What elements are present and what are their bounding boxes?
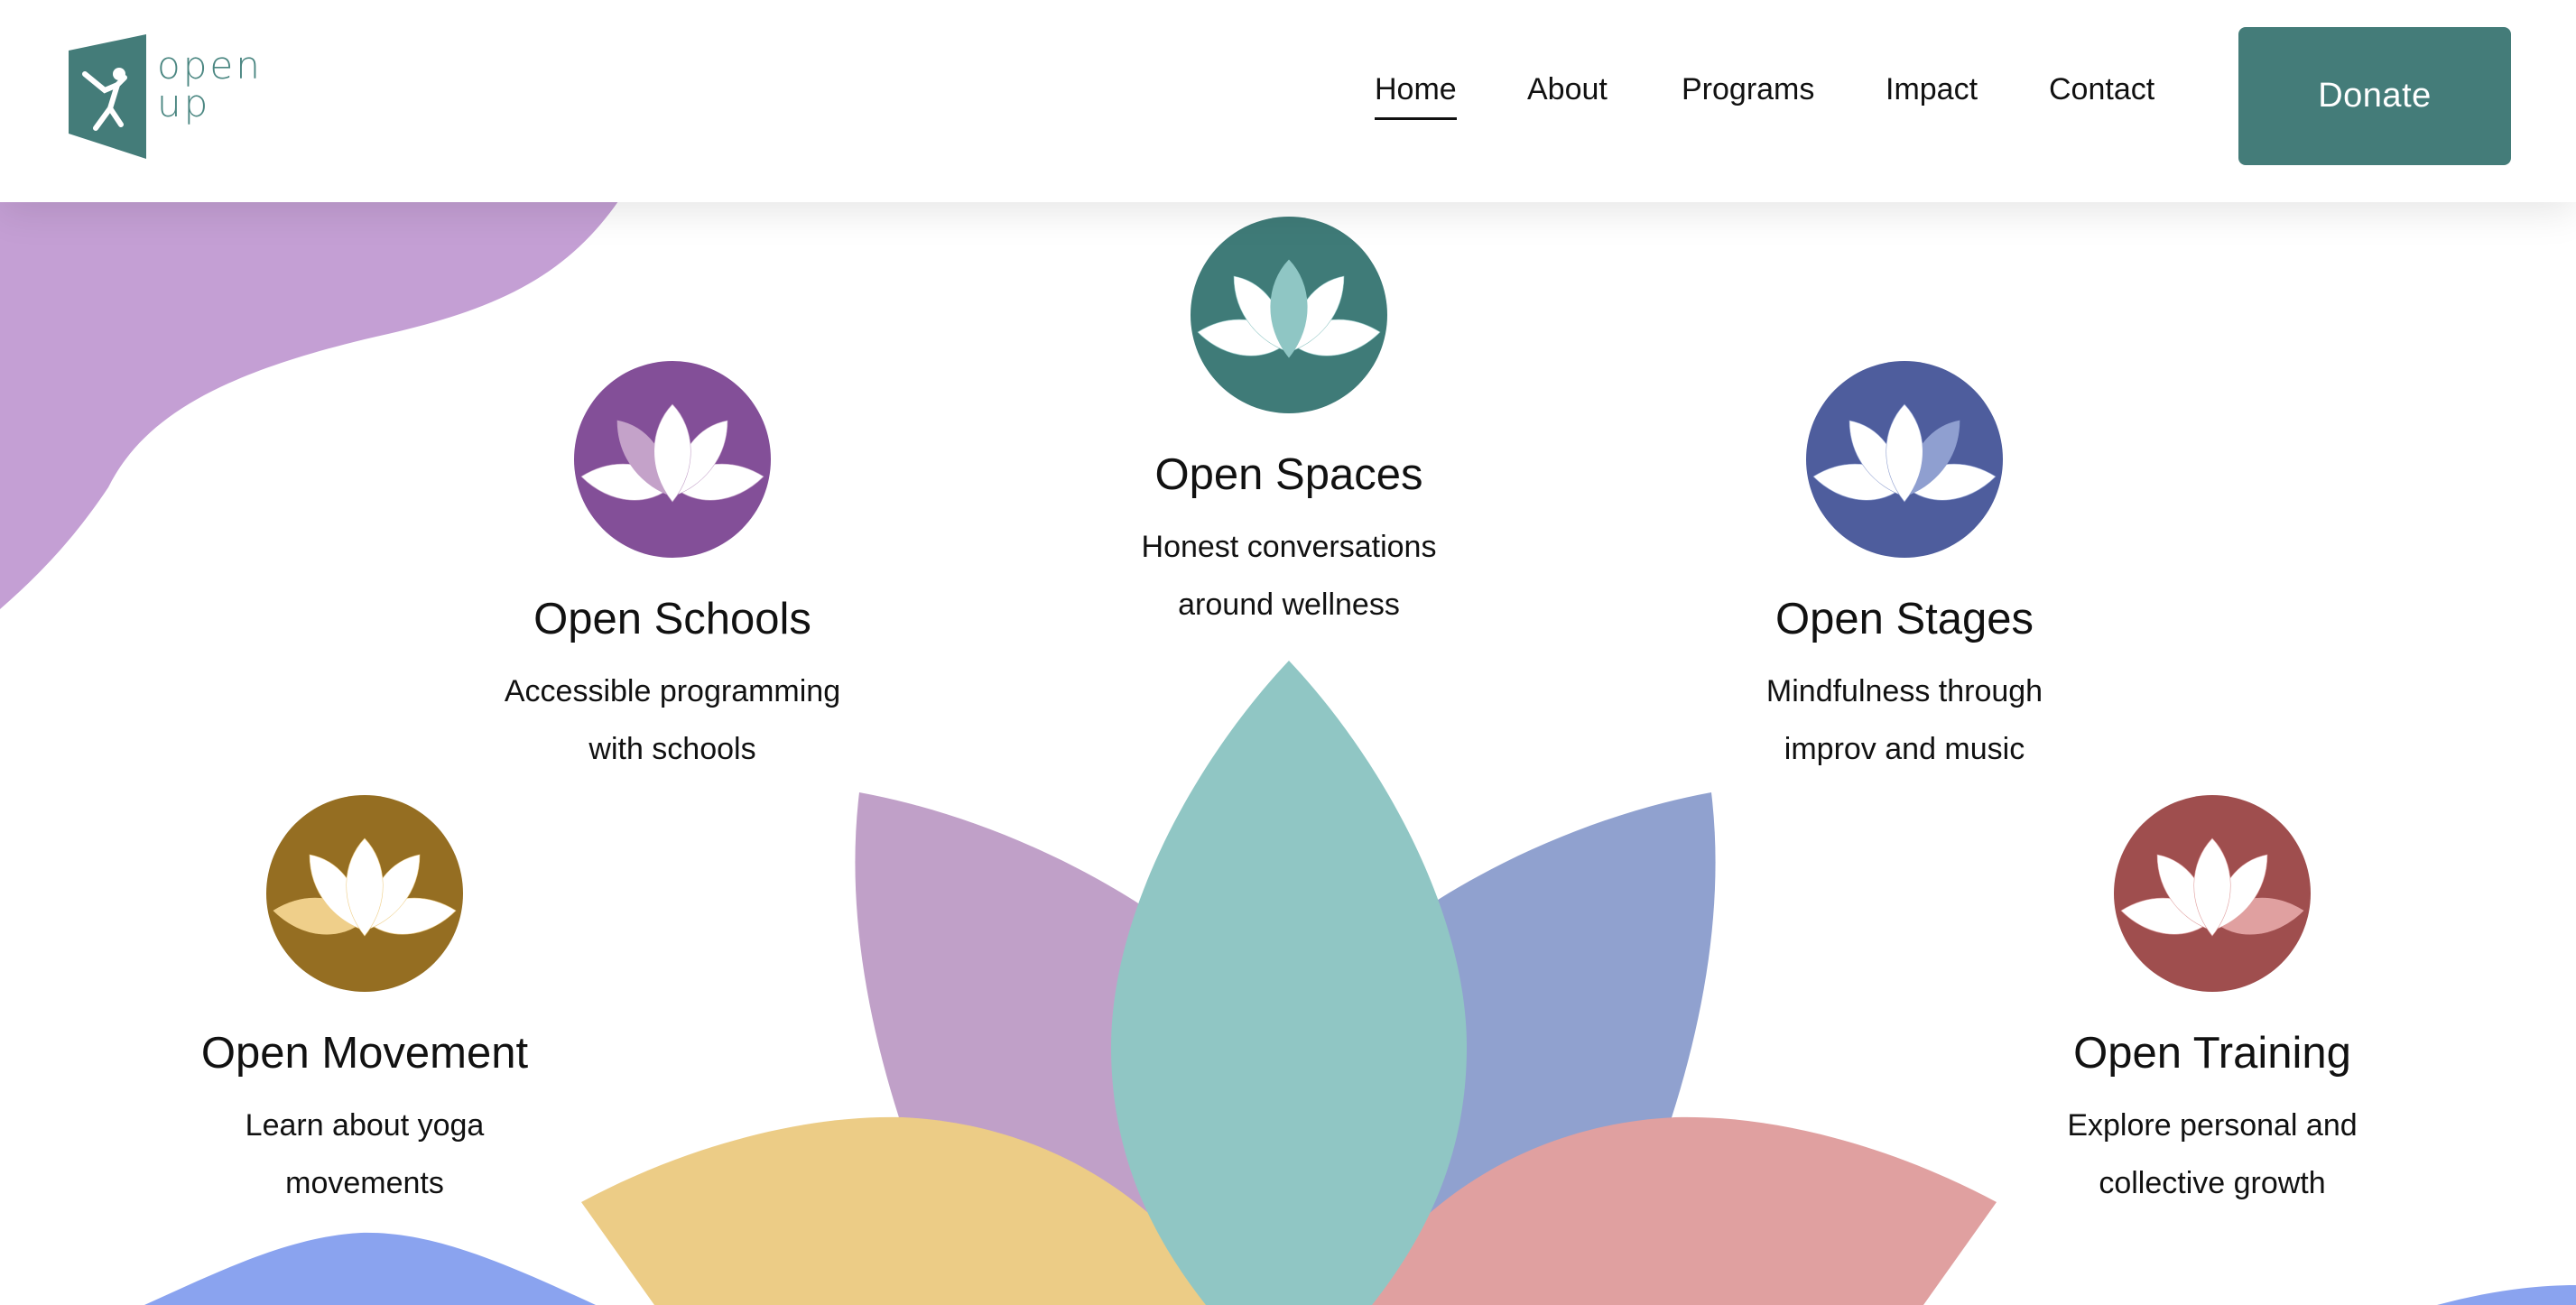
program-description: Honest conversations around wellness <box>1081 518 1496 634</box>
program-description-line1: Honest conversations <box>1141 530 1437 564</box>
nav-home[interactable]: Home <box>1375 72 1457 120</box>
program-description: Accessible programming with schools <box>465 662 880 778</box>
program-description-line2: improv and music <box>1784 732 2025 766</box>
blue-wave-decoration-right <box>2437 1285 2576 1305</box>
donate-button[interactable]: Donate <box>2238 27 2511 165</box>
site-header: open up Home About Programs Impact Conta… <box>0 0 2576 202</box>
program-open-schools[interactable]: Open Schools Accessible programming with… <box>438 361 907 778</box>
lotus-icon <box>1806 361 2003 558</box>
program-description: Explore personal and collective growth <box>2005 1097 2420 1212</box>
program-description-line1: Mindfulness through <box>1765 674 2043 708</box>
program-description-line2: around wellness <box>1178 588 1400 622</box>
lotus-petal-teal <box>1111 661 1467 1305</box>
lotus-icon <box>574 361 771 558</box>
nav-impact[interactable]: Impact <box>1886 72 1978 107</box>
lotus-icon <box>266 795 463 992</box>
program-open-movement[interactable]: Open Movement Learn about yoga movements <box>130 795 599 1212</box>
program-description-line2: collective growth <box>2099 1166 2326 1200</box>
program-open-spaces[interactable]: Open Spaces Honest conversations around … <box>1054 217 1524 634</box>
lotus-icon <box>2114 795 2311 992</box>
program-description: Mindfulness through improv and music <box>1697 662 2112 778</box>
program-open-training[interactable]: Open Training Explore personal and colle… <box>1978 795 2447 1212</box>
program-title: Open Stages <box>1774 595 2034 643</box>
program-description-line1: Explore personal and <box>2067 1108 2358 1143</box>
logo-text-line2: up <box>157 81 211 125</box>
nav-about[interactable]: About <box>1527 72 1608 107</box>
program-open-stages[interactable]: Open Stages Mindfulness through improv a… <box>1670 361 2139 778</box>
program-title: Open Training <box>2073 1029 2351 1078</box>
lotus-icon <box>1191 217 1387 413</box>
logo-text-line1: open <box>157 43 263 88</box>
program-description-line2: with schools <box>588 732 756 766</box>
open-up-logo[interactable]: open up <box>69 34 267 161</box>
program-title: Open Spaces <box>1154 450 1423 499</box>
program-description: Learn about yoga movements <box>157 1097 572 1212</box>
program-title: Open Movement <box>200 1029 529 1078</box>
nav-contact[interactable]: Contact <box>2049 72 2154 107</box>
program-description-line1: Accessible programming <box>504 674 841 708</box>
logo-mark <box>69 34 146 159</box>
nav-programs[interactable]: Programs <box>1682 72 1814 107</box>
program-description-line1: Learn about yoga <box>245 1108 485 1143</box>
blue-wave-decoration <box>144 1232 596 1305</box>
program-title: Open Schools <box>533 595 811 643</box>
logo-text: open up <box>157 47 263 123</box>
program-description-line2: movements <box>285 1166 444 1200</box>
